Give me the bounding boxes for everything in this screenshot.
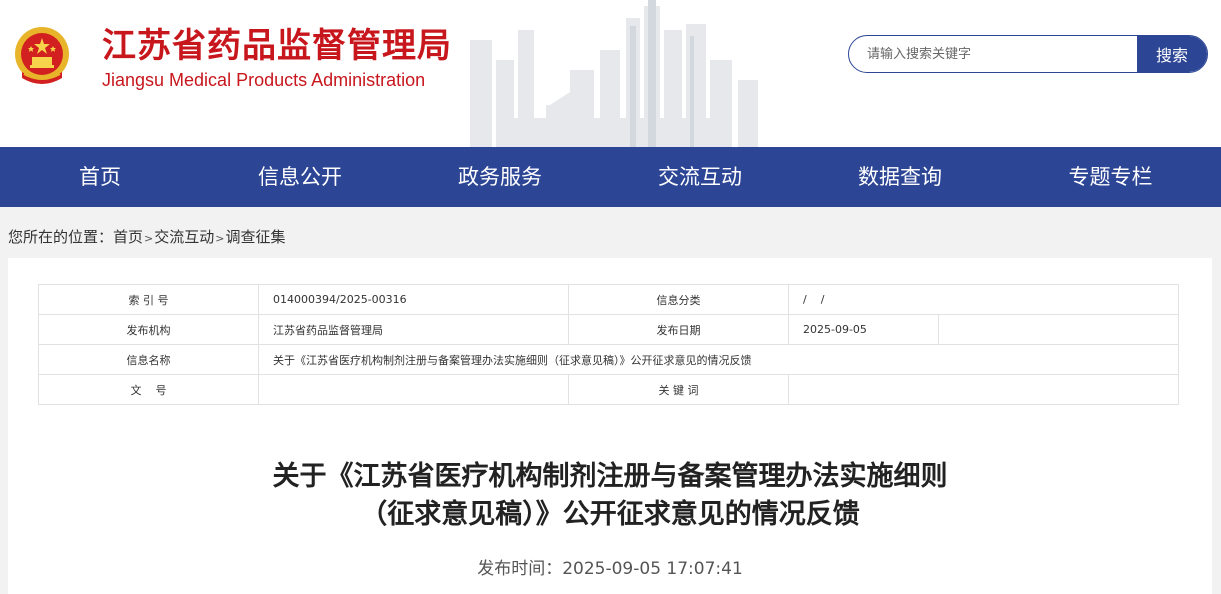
name-label: 信息名称 [38,344,259,375]
nav-item-interaction[interactable]: 交流互动 [600,147,800,207]
docno-value [258,374,569,405]
docno-label: 文 号 [38,374,259,405]
table-row: 信息名称 关于《江苏省医疗机构制剂注册与备案管理办法实施细则（征求意见稿）》公开… [38,344,1179,375]
city-skyline-image [470,0,758,147]
info-meta-table: 索 引 号 014000394/2025-00316 信息分类 / / 发布机构… [38,284,1179,405]
breadcrumb-label: 您所在的位置： [8,228,114,246]
keywords-value [788,374,1179,405]
article-title-line1: 关于《江苏省医疗机构制剂注册与备案管理办法实施细则 [272,461,948,492]
search-box: 搜索 [848,35,1208,73]
table-row: 发布机构 江苏省药品监督管理局 发布日期 2025-09-05 [38,314,1179,345]
name-value: 关于《江苏省医疗机构制剂注册与备案管理办法实施细则（征求意见稿）》公开征求意见的… [258,344,1179,375]
site-header: 江苏省药品监督管理局 Jiangsu Medical Products Admi… [0,0,1221,147]
nav-item-data-query[interactable]: 数据查询 [800,147,1000,207]
category-value: / / [788,284,1179,315]
search-button[interactable]: 搜索 [1137,36,1207,72]
publish-label: 发布时间： [477,559,563,579]
search-input[interactable] [849,36,1137,72]
table-row: 索 引 号 014000394/2025-00316 信息分类 / / [38,284,1179,315]
table-row: 文 号 关 键 词 [38,374,1179,405]
breadcrumb-separator: > [215,232,225,245]
index-label: 索 引 号 [38,284,259,315]
publish-info: 发布时间：2025-09-05 17:07:41 [8,554,1212,579]
date-label: 发布日期 [568,314,789,345]
empty-cell [938,314,1179,345]
org-value: 江苏省药品监督管理局 [258,314,569,345]
org-label: 发布机构 [38,314,259,345]
national-emblem-icon [15,27,69,84]
article-title-line2: （征求意见稿）》公开征求意见的情况反馈 [360,499,860,530]
breadcrumb-interaction[interactable]: 交流互动 [154,228,214,246]
article-title: 关于《江苏省医疗机构制剂注册与备案管理办法实施细则 （征求意见稿）》公开征求意见… [8,458,1212,534]
site-subtitle: Jiangsu Medical Products Administration [102,70,426,90]
date-value: 2025-09-05 [788,314,939,345]
publish-time: 2025-09-05 17:07:41 [562,559,743,579]
nav-item-special-topics[interactable]: 专题专栏 [1000,147,1221,207]
breadcrumb-home[interactable]: 首页 [113,228,143,246]
article-content: 索 引 号 014000394/2025-00316 信息分类 / / 发布机构… [8,258,1212,594]
index-value: 014000394/2025-00316 [258,284,569,315]
main-nav: 首页 信息公开 政务服务 交流互动 数据查询 专题专栏 [0,147,1221,207]
breadcrumb-survey[interactable]: 调查征集 [225,228,285,246]
nav-item-government-services[interactable]: 政务服务 [400,147,600,207]
nav-item-info-disclosure[interactable]: 信息公开 [200,147,400,207]
site-title: 江苏省药品监督管理局 [102,26,452,66]
breadcrumb-separator: > [144,232,154,245]
nav-item-home[interactable]: 首页 [0,147,200,207]
category-label: 信息分类 [568,284,789,315]
keywords-label: 关 键 词 [568,374,789,405]
